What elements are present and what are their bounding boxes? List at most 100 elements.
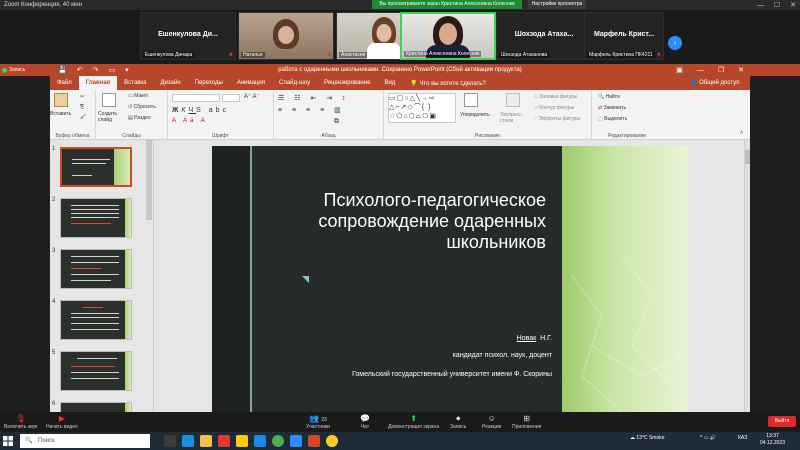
replace-button[interactable]: ⇄ Заменить bbox=[598, 105, 626, 111]
clock[interactable]: 13:37 04.12.2023 bbox=[760, 433, 785, 447]
next-page-icon[interactable]: › bbox=[668, 36, 682, 50]
leave-button[interactable]: Выйти bbox=[768, 416, 796, 427]
slide-thumbnail[interactable] bbox=[60, 351, 132, 391]
shape-outline-button[interactable]: ▱ Контур фигуры bbox=[534, 105, 574, 111]
tell-me-search[interactable]: 💡 Что вы хотите сделать? bbox=[410, 80, 485, 87]
taskbar-search[interactable]: 🔍 Поиск bbox=[20, 434, 150, 448]
paste-icon[interactable] bbox=[54, 93, 68, 107]
new-slide-icon[interactable] bbox=[102, 93, 116, 107]
align-buttons[interactable]: ≡ ≡ ≡ ≡ ▥ bbox=[278, 106, 345, 114]
tab-view[interactable]: Вид bbox=[377, 76, 402, 90]
slide-decor-lines bbox=[571, 255, 683, 412]
search-icon: 🔍 bbox=[25, 438, 33, 444]
edge-icon[interactable] bbox=[182, 435, 194, 447]
slide-title[interactable]: Психолого-педагогическое сопровождение о… bbox=[252, 190, 546, 253]
chat-button[interactable]: 💬 Чат bbox=[360, 414, 370, 430]
tab-animations[interactable]: Анимация bbox=[230, 76, 272, 90]
windows-start-icon[interactable] bbox=[3, 436, 13, 446]
powerpoint-icon[interactable] bbox=[308, 435, 320, 447]
share-button[interactable]: 👤 Общий доступ bbox=[690, 76, 739, 90]
file-explorer-icon[interactable] bbox=[200, 435, 212, 447]
start-video-button[interactable]: ▶ Начать видео bbox=[46, 414, 78, 430]
quick-styles-icon[interactable] bbox=[506, 93, 520, 107]
reset-button[interactable]: ↺ Сбросить bbox=[128, 104, 156, 110]
record-button[interactable]: ⏺ Запись bbox=[450, 414, 466, 430]
minimize-icon[interactable]: — bbox=[757, 2, 764, 9]
slide-degree[interactable]: кандидат психол. наук, доцент bbox=[252, 352, 552, 359]
tab-file[interactable]: Файл bbox=[50, 76, 79, 90]
yandex-browser-icon[interactable] bbox=[326, 435, 338, 447]
slide-scrollbar[interactable] bbox=[744, 140, 750, 412]
minimize-icon[interactable]: — bbox=[697, 67, 704, 74]
zoom-icon[interactable] bbox=[290, 435, 302, 447]
close-icon[interactable]: ✕ bbox=[738, 66, 744, 74]
editing-group: 🔍 Найти ⇄ Заменить ⬚ Выделить Редактиров… bbox=[592, 90, 662, 140]
reactions-button[interactable]: ☺ Реакции bbox=[482, 414, 501, 430]
tab-home[interactable]: Главная bbox=[78, 76, 118, 90]
input-language[interactable]: КАЗ bbox=[738, 435, 747, 441]
slide-thumbnail[interactable] bbox=[60, 147, 132, 187]
arrange-icon[interactable] bbox=[464, 93, 478, 107]
font-color-icon[interactable]: A Aa A bbox=[172, 118, 208, 124]
find-button[interactable]: 🔍 Найти bbox=[598, 94, 620, 100]
weather-widget[interactable]: ☁ 13°C Smoke bbox=[630, 435, 665, 441]
mute-button[interactable]: 🎙 Включить звук bbox=[4, 414, 37, 430]
format-painter-icon[interactable]: 🖌 bbox=[80, 114, 86, 120]
slide-thumbnail[interactable] bbox=[60, 402, 132, 412]
smartart-icon[interactable]: ⧉ bbox=[334, 118, 339, 126]
chrome-icon[interactable] bbox=[272, 435, 284, 447]
task-view-icon[interactable] bbox=[164, 435, 176, 447]
copy-icon[interactable]: ⎘ bbox=[80, 104, 84, 110]
slide-university[interactable]: Гомельский государственный университет и… bbox=[252, 371, 552, 378]
slide-thumbnail[interactable] bbox=[60, 249, 132, 289]
tab-review[interactable]: Рецензирование bbox=[317, 76, 377, 90]
close-icon[interactable]: ✕ bbox=[790, 1, 796, 9]
layout-button[interactable]: ▭ Макет bbox=[128, 93, 148, 99]
quick-styles-button[interactable]: Экспресс-стили bbox=[500, 112, 530, 124]
maximize-icon[interactable]: ☐ bbox=[774, 1, 780, 9]
arrange-button[interactable]: Упорядочить bbox=[460, 112, 490, 118]
participants-button[interactable]: 👥 23 Участники bbox=[306, 414, 330, 430]
participant-tile[interactable]: Ешенкулова Ди... Ешенкулова Динара ✖ bbox=[140, 12, 236, 60]
restore-icon[interactable]: ❐ bbox=[718, 66, 724, 74]
app-icon[interactable] bbox=[236, 435, 248, 447]
slide-thumbnail[interactable] bbox=[60, 300, 132, 340]
collapse-ribbon-icon[interactable]: ˄ bbox=[740, 130, 743, 136]
share-screen-button[interactable]: ⬆ Демонстрация экрана bbox=[388, 414, 439, 430]
font-name-field[interactable] bbox=[172, 94, 220, 102]
apps-button[interactable]: ⊞ Приложения bbox=[512, 414, 541, 430]
current-slide[interactable]: Психолого-педагогическое сопровождение о… bbox=[212, 146, 688, 412]
slide-thumbnail[interactable] bbox=[60, 198, 132, 238]
font-style-buttons[interactable]: ЖКЧS abc bbox=[172, 107, 229, 114]
tray-icons[interactable]: ^ ▭ 🔊 bbox=[700, 435, 716, 441]
ribbon-display-icon[interactable]: ▣ bbox=[676, 66, 683, 74]
font-size-field[interactable] bbox=[222, 94, 240, 102]
new-slide-button[interactable]: Создать слайд bbox=[98, 111, 124, 123]
shape-fill-button[interactable]: ◇ Заливка фигуры bbox=[534, 94, 577, 100]
shape-effects-button[interactable]: ◌ Эффекты фигуры bbox=[534, 116, 580, 122]
view-options-button[interactable]: Настройки просмотра bbox=[528, 0, 586, 9]
grow-font-icon[interactable]: A⁺ A⁻ bbox=[244, 93, 260, 100]
paste-button[interactable]: Вставить bbox=[50, 111, 71, 117]
thumbnails-scrollbar[interactable] bbox=[146, 140, 152, 220]
participant-tile[interactable]: Наталья ✖ bbox=[238, 12, 334, 60]
tab-design[interactable]: Дизайн bbox=[153, 76, 187, 90]
participant-tile-active[interactable]: Кристина Алексеевна Колесник bbox=[400, 12, 496, 60]
participant-tile[interactable]: Шохзода Атаха... Шохзода Атаханова ✖ bbox=[496, 12, 592, 60]
list-buttons[interactable]: ☰ ☷ ⇤ ⇥ ↕ bbox=[278, 94, 350, 102]
cut-icon[interactable]: ✂ bbox=[80, 94, 84, 100]
right-margin bbox=[750, 76, 800, 412]
telegram-icon[interactable] bbox=[254, 435, 266, 447]
mic-off-icon: 🎙 bbox=[15, 414, 26, 423]
clipboard-group-label: Буфер обмена bbox=[55, 133, 90, 139]
tab-insert[interactable]: Вставка bbox=[117, 76, 153, 90]
section-button[interactable]: ▤ Раздел bbox=[128, 115, 151, 121]
tab-slideshow[interactable]: Слайд-шоу bbox=[272, 76, 317, 90]
participant-tile[interactable]: Марфель Крист... Марфель Кристина ПК4211… bbox=[584, 12, 664, 60]
yandex-icon[interactable] bbox=[218, 435, 230, 447]
slide-author[interactable]: Новак Н.Г. bbox=[252, 335, 552, 342]
scroll-thumb[interactable] bbox=[745, 150, 750, 164]
shapes-gallery[interactable]: ▭▢○△╲→⇨ △⌐↗◇⌒{ } ☆⬠⌂⬡⌓⎔▣ bbox=[388, 93, 456, 123]
select-button[interactable]: ⬚ Выделить bbox=[598, 116, 627, 122]
tab-transitions[interactable]: Переходы bbox=[188, 76, 230, 90]
